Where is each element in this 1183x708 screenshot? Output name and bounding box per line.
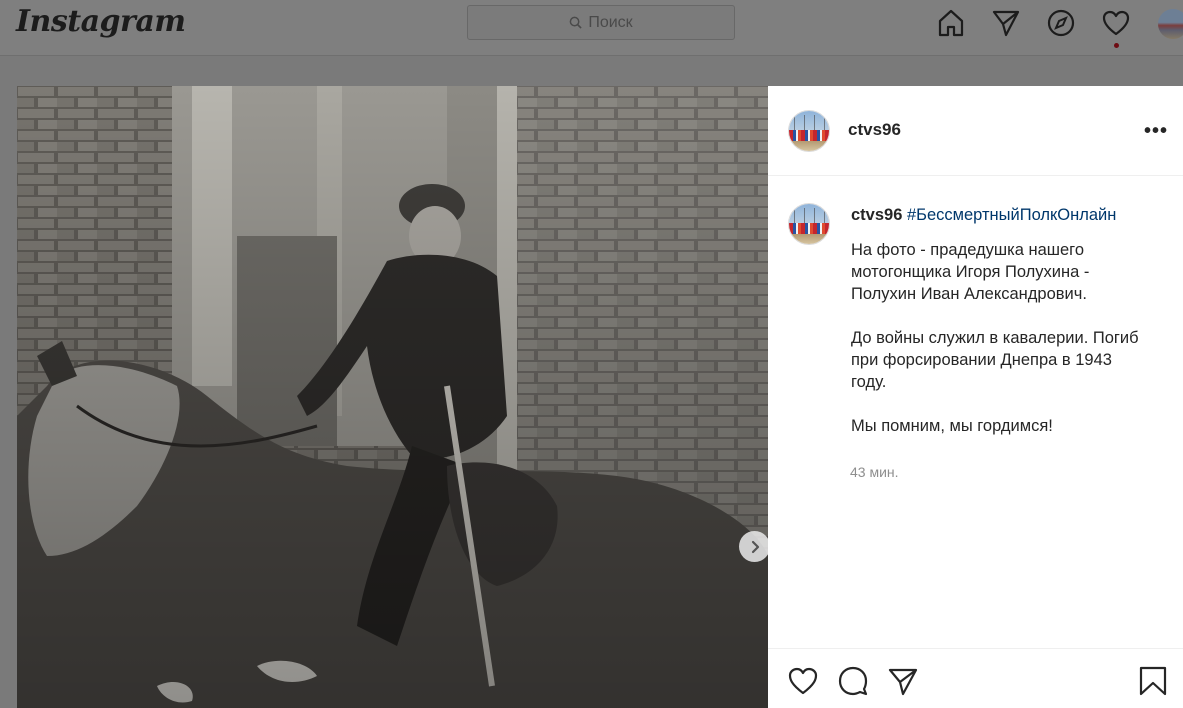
caption-hashtag[interactable]: #БессмертныйПолкОнлайн xyxy=(907,206,1116,224)
save-bookmark-icon[interactable] xyxy=(1137,665,1169,697)
chevron-right-icon xyxy=(751,540,759,553)
next-image-button[interactable] xyxy=(739,531,768,562)
share-icon[interactable] xyxy=(887,665,919,697)
direct-message-icon[interactable] xyxy=(991,8,1021,38)
post-header: ctvs96 ••• xyxy=(768,86,1183,176)
top-nav-bar: Instagram Поиск xyxy=(0,0,1183,56)
comment-icon[interactable] xyxy=(837,665,869,697)
post-photo[interactable] xyxy=(17,86,768,708)
home-icon[interactable] xyxy=(936,8,966,38)
post-caption: ctvs96 #БессмертныйПолкОнлайн На фото - … xyxy=(851,204,1151,437)
caption-username[interactable]: ctvs96 xyxy=(851,206,902,224)
post-actions-bar xyxy=(768,648,1183,708)
author-avatar[interactable] xyxy=(788,110,830,152)
post-timestamp[interactable]: 43 мин. xyxy=(850,464,899,480)
caption-avatar[interactable] xyxy=(788,203,830,245)
more-options-button[interactable]: ••• xyxy=(1144,120,1168,143)
search-box[interactable]: Поиск xyxy=(467,5,735,40)
caption-paragraph-2: До войны служил в кавалерии. Погиб при ф… xyxy=(851,329,1139,391)
profile-avatar[interactable] xyxy=(1158,9,1183,39)
like-heart-icon[interactable] xyxy=(787,665,819,697)
search-placeholder: Поиск xyxy=(588,13,633,31)
search-icon xyxy=(569,16,582,29)
vintage-cavalry-photo xyxy=(17,86,768,708)
caption-paragraph-1: На фото - прадедушка нашего мотогонщика … xyxy=(851,241,1090,303)
instagram-logo[interactable]: Instagram xyxy=(16,4,186,39)
notification-dot xyxy=(1114,43,1119,48)
post-side-panel: ctvs96 ••• ctvs96 #БессмертныйПолкОнлайн… xyxy=(768,86,1183,708)
caption-paragraph-3: Мы помним, мы гордимся! xyxy=(851,417,1053,435)
activity-heart-icon[interactable] xyxy=(1101,8,1131,38)
explore-compass-icon[interactable] xyxy=(1046,8,1076,38)
author-username[interactable]: ctvs96 xyxy=(848,120,901,140)
